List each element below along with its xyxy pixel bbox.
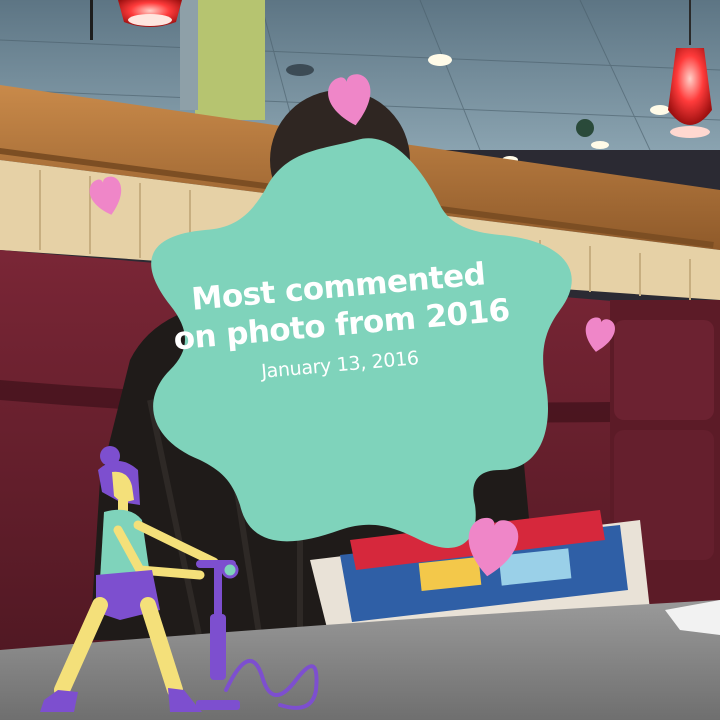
bicycle-pump-illustration <box>196 560 319 710</box>
memory-card: Most commented on photo from 2016 Januar… <box>0 0 720 720</box>
